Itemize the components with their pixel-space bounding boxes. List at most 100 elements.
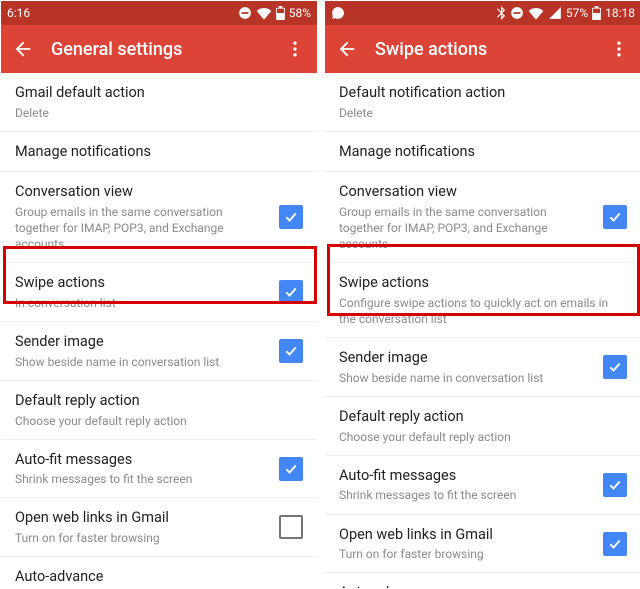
settings-row[interactable]: Auto-fit messagesShrink messages to fit … [1,440,317,499]
row-subtitle: Shrink messages to fit the screen [15,471,269,487]
checkbox[interactable] [603,355,627,379]
row-texts: Gmail default action Delete [15,83,303,121]
wifi-icon [528,6,544,20]
row-title: Swipe actions [339,273,627,293]
status-indicators: 57% 18:18 [496,6,635,20]
row-texts: Sender image Show beside name in conversa… [15,332,269,370]
row-title: Auto-fit messages [15,450,269,470]
row-subtitle: Configure swipe actions to quickly act o… [339,295,627,327]
settings-row[interactable]: Swipe actions In conversation list [1,263,317,322]
settings-row[interactable]: Default notification action Delete [325,73,640,132]
status-battery: 58% [289,6,311,20]
row-subtitle: Show beside name in conversation list [15,354,269,370]
settings-row[interactable]: Auto-advanceShow conversation list after… [325,573,640,588]
checkbox[interactable] [279,280,303,304]
row-texts: Swipe actionsConfigure swipe actions to … [339,273,627,327]
row-texts: Auto-advanceShow conversation list after… [339,583,627,588]
settings-list: Gmail default action Delete Manage notific… [1,73,317,588]
phone-left: 6:16 58% General settings Gmail defau [1,1,321,588]
checkbox[interactable] [279,339,303,363]
settings-row[interactable]: Sender image Show beside name in conversa… [1,322,317,381]
signal-icon [548,6,562,20]
row-subtitle: Show beside name in conversation list [339,370,593,386]
checkbox[interactable] [603,532,627,556]
settings-row[interactable]: Open web links in Gmail Turn on for faste… [1,498,317,557]
row-texts: Sender image Show beside name in conversa… [339,348,593,386]
back-icon[interactable] [335,37,359,61]
overflow-icon[interactable] [283,37,307,61]
row-title: Open web links in Gmail [339,525,593,545]
row-subtitle: Delete [339,105,627,121]
row-title: Auto-advance [15,567,303,587]
row-title: Sender image [339,348,593,368]
row-title: Manage notifications [339,142,627,162]
row-subtitle: Choose your default reply action [15,413,303,429]
status-battery: 57% [566,6,588,20]
phone-right: 57% 18:18 Swipe actions Default notifica… [321,1,640,588]
dnd-icon [510,6,524,20]
settings-row[interactable]: Swipe actionsConfigure swipe actions to … [325,263,640,338]
settings-row[interactable]: Conversation viewGroup emails in the sam… [325,172,640,263]
row-texts: Conversation viewGroup emails in the sam… [15,182,269,252]
settings-row[interactable]: Auto-fit messagesShrink messages to fit … [325,456,640,515]
row-texts: Default reply action Choose your default … [15,391,303,429]
settings-row[interactable]: Auto-advanceShow conversation list after… [1,557,317,588]
row-title: Auto-advance [339,583,627,588]
settings-row[interactable]: Open web links in GmailTurn on for faste… [325,515,640,574]
row-title: Manage notifications [15,142,303,162]
status-bar: 6:16 58% [1,1,317,25]
row-texts: Auto-fit messagesShrink messages to fit … [15,450,269,488]
row-subtitle: Delete [15,105,303,121]
settings-list: Default notification action Delete Manage … [325,73,640,588]
dnd-icon [238,6,252,20]
settings-row[interactable]: Conversation viewGroup emails in the sam… [1,172,317,263]
app-bar: General settings [1,25,317,73]
row-texts: Manage notifications [339,142,627,162]
status-indicators: 58% [238,6,311,20]
bluetooth-icon [496,6,506,20]
wifi-icon [256,6,272,20]
checkbox[interactable] [603,205,627,229]
settings-row[interactable]: Manage notifications [325,132,640,173]
row-texts: Manage notifications [15,142,303,162]
settings-row[interactable]: Gmail default action Delete [1,73,317,132]
checkbox[interactable] [279,205,303,229]
settings-row[interactable]: Default reply actionChoose your default … [325,397,640,456]
battery-icon [592,6,601,20]
row-subtitle: Choose your default reply action [339,429,627,445]
checkbox[interactable] [279,515,303,539]
settings-row[interactable]: Manage notifications [1,132,317,173]
row-texts: Default notification action Delete [339,83,627,121]
row-title: Gmail default action [15,83,303,103]
status-time: 18:18 [605,6,635,20]
row-subtitle: Group emails in the same conversation to… [15,204,269,253]
row-subtitle: Shrink messages to fit the screen [339,487,593,503]
back-icon[interactable] [11,37,35,61]
app-bar: Swipe actions [325,25,640,73]
row-title: Default notification action [339,83,627,103]
row-texts: Default reply actionChoose your default … [339,407,627,445]
row-subtitle: In conversation list [15,295,269,311]
row-texts: Swipe actions In conversation list [15,273,269,311]
row-subtitle: Turn on for faster browsing [15,530,269,546]
battery-icon [276,6,285,20]
row-title: Sender image [15,332,269,352]
row-title: Conversation view [15,182,269,202]
settings-row[interactable]: Default reply action Choose your default … [1,381,317,440]
row-title: Conversation view [339,182,593,202]
overflow-icon[interactable] [607,37,631,61]
whatsapp-icon [331,6,345,20]
app-bar-title: General settings [35,39,283,60]
row-title: Swipe actions [15,273,269,293]
checkbox[interactable] [603,473,627,497]
settings-row[interactable]: Sender image Show beside name in conversa… [325,338,640,397]
row-title: Default reply action [15,391,303,411]
row-texts: Open web links in GmailTurn on for faste… [339,525,593,563]
row-subtitle: Turn on for faster browsing [339,546,593,562]
status-time: 6:16 [7,6,30,20]
row-subtitle: Group emails in the same conversation to… [339,204,593,253]
checkbox[interactable] [279,457,303,481]
row-title: Auto-fit messages [339,466,593,486]
row-title: Open web links in Gmail [15,508,269,528]
row-texts: Auto-fit messagesShrink messages to fit … [339,466,593,504]
